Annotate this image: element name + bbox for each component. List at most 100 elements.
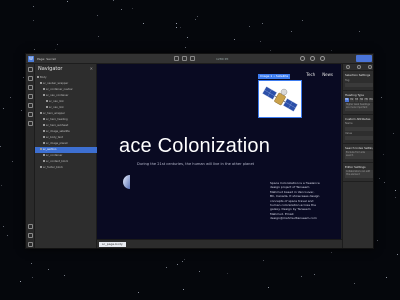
page-selector[interactable]: Page: Secret [37, 57, 56, 61]
star [260, 40, 262, 42]
element-icon [40, 82, 42, 84]
body-paragraph[interactable]: Space Colonization is a freelance design… [270, 181, 320, 221]
selection-settings-section: Selection Settings Tag [343, 71, 373, 91]
heading-hint: Higher level headings are more important [345, 103, 373, 111]
section-title: Editor Settings [345, 164, 366, 169]
star [248, 25, 250, 27]
section-title: Selection Settings [345, 73, 371, 77]
navigator-row[interactable]: sc_footer_block [35, 165, 97, 171]
element-icon [43, 160, 45, 162]
undo-icon[interactable] [300, 56, 305, 61]
mobile-icon[interactable] [190, 56, 195, 61]
element-icon [43, 136, 45, 138]
editor-permission-checkbox[interactable]: Collaborators can edit this element [345, 170, 373, 178]
star [179, 26, 181, 28]
star [97, 36, 99, 38]
navigator-tree: Body sc_navbar_wrapper sc_container_navbar… [35, 75, 97, 171]
navigator-row-label: sc_image_planet [46, 142, 68, 145]
settings-tab-icon[interactable] [356, 65, 361, 69]
attribute-value-field[interactable] [345, 135, 373, 140]
star [97, 15, 99, 17]
toolbar-actions [300, 56, 325, 61]
navigator-row-label: sc_hero_heading [46, 118, 68, 121]
heading-tag-h3[interactable]: H3 [354, 98, 359, 103]
hero-subheading[interactable]: During the 21st centuries, the human wil… [137, 162, 254, 166]
desktop-icon[interactable] [174, 56, 179, 61]
heading-tag-h1[interactable]: H1 [345, 98, 349, 103]
navigator-row-label: sc_hero_subhead [46, 124, 69, 127]
navigator-row-label: sc_content_block [46, 160, 69, 163]
element-icon [40, 112, 42, 114]
share-icon[interactable] [320, 56, 325, 61]
star [63, 275, 65, 277]
element-icon [43, 130, 45, 132]
navigator-row-label: sc_container_navbar [46, 88, 73, 91]
preview-icon[interactable] [310, 56, 315, 61]
star [353, 283, 355, 285]
planet-image[interactable] [120, 175, 130, 189]
navigator-title: Navigator [38, 66, 63, 72]
exclude-search-checkbox[interactable]: Exclude from site search [345, 151, 373, 159]
element-icon [43, 142, 45, 144]
heading-tag-h5[interactable]: H5 [364, 98, 369, 103]
star [176, 26, 177, 28]
star [177, 263, 179, 265]
navigator-row-label: sc_image_satellite [46, 130, 70, 133]
star [359, 31, 361, 33]
star [377, 239, 379, 241]
tag-field[interactable] [345, 82, 373, 87]
heading-tag-h2[interactable]: H2 [349, 98, 354, 103]
star [183, 258, 185, 260]
cms-icon[interactable] [28, 94, 33, 99]
video-icon[interactable] [28, 233, 33, 238]
search-index-section: Search Index Settings Exclude from site … [343, 144, 373, 163]
element-icon [37, 76, 39, 78]
star [396, 253, 398, 255]
element-icon [40, 148, 42, 150]
nav-link-tech[interactable]: Tech [306, 72, 315, 77]
publish-button[interactable] [356, 55, 372, 62]
navigator-row-label: sc_hero_wrapper [43, 112, 65, 115]
element-icon [43, 118, 45, 120]
star [33, 20, 35, 22]
pages-icon[interactable] [28, 85, 33, 90]
breadcrumb-bar: sc_page-body [97, 239, 342, 248]
add-panel-icon[interactable] [28, 67, 33, 72]
audit-icon[interactable] [28, 224, 33, 229]
help-icon[interactable] [28, 242, 33, 247]
star [66, 0, 68, 2]
navigator-icon[interactable] [28, 76, 33, 81]
settings-icon[interactable] [28, 121, 33, 126]
navigator-row-label: sc_nav_link [49, 100, 64, 103]
satellite-image[interactable] [258, 80, 302, 118]
star [6, 235, 8, 237]
navigator-row-label: sc_footer_block [43, 166, 64, 169]
star [386, 277, 388, 279]
device-switcher [174, 56, 195, 61]
navigator-row-label: sc_body_text [46, 136, 63, 139]
app-logo[interactable]: W [28, 56, 34, 62]
page-canvas[interactable]: Tech News Image 1 • Satellite ace Coloni… [97, 64, 341, 239]
breadcrumb[interactable]: sc_page-body [99, 242, 126, 247]
selected-element-label: Image 1 • Satellite [258, 74, 291, 79]
ecommerce-icon[interactable] [28, 103, 33, 108]
heading-tag-h4[interactable]: H4 [359, 98, 364, 103]
star [331, 50, 333, 52]
attribute-name-field[interactable] [345, 126, 373, 131]
star [394, 189, 396, 191]
heading-tag-h6[interactable]: H6 [369, 98, 373, 103]
element-icon [43, 88, 45, 90]
style-tab-icon[interactable] [346, 65, 351, 69]
tablet-icon[interactable] [182, 56, 187, 61]
navigator-row-label: sc_nav_container [46, 94, 69, 97]
star [175, 22, 177, 24]
interactions-tab-icon[interactable] [367, 65, 372, 69]
star [57, 43, 59, 45]
close-icon[interactable]: ✕ [90, 66, 93, 71]
designer-window: W Page: Secret 1280 PX Navigator ✕ Body s… [25, 53, 374, 249]
hero-heading[interactable]: ace Colonization [119, 135, 270, 158]
star [393, 133, 395, 135]
star [381, 97, 383, 99]
assets-icon[interactable] [28, 112, 33, 117]
nav-link-news[interactable]: News [322, 72, 333, 77]
